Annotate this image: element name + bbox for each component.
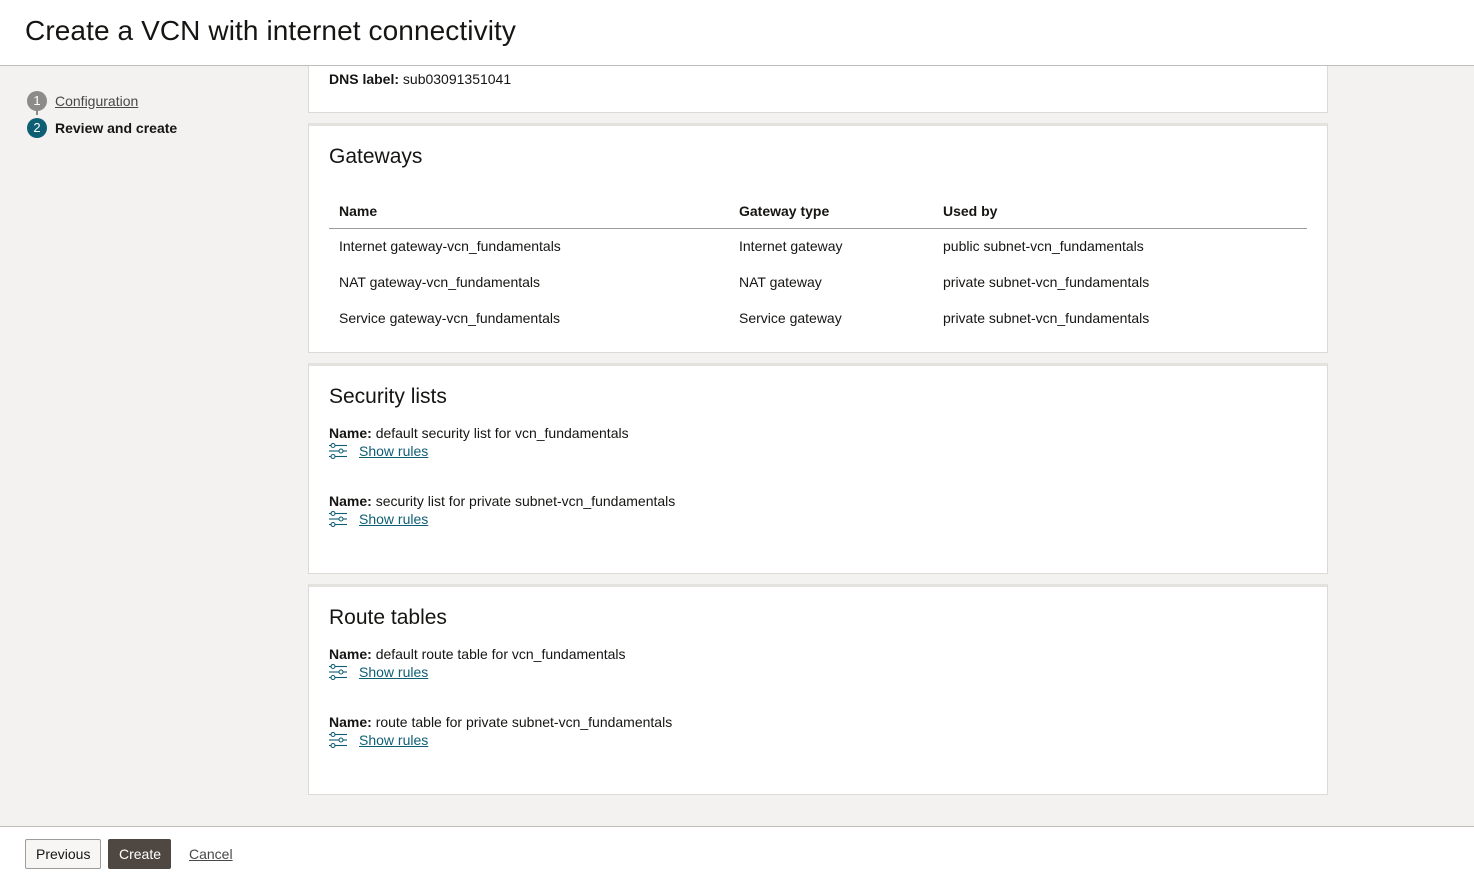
show-rules-text[interactable]: Show rules bbox=[359, 511, 428, 527]
security-list-name: security list for private subnet-vcn_fun… bbox=[375, 493, 676, 509]
step-configuration[interactable]: 1 Configuration bbox=[27, 87, 177, 115]
route-table-name-row: Name: default route table for vcn_fundam… bbox=[329, 646, 626, 662]
table-row: Internet gateway-vcn_fundamentals Intern… bbox=[329, 228, 1307, 264]
show-rules-text[interactable]: Show rules bbox=[359, 443, 428, 459]
security-lists-title: Security lists bbox=[329, 385, 447, 408]
dns-label-key: DNS label: bbox=[329, 71, 400, 87]
previous-button[interactable]: Previous bbox=[25, 839, 101, 869]
table-row: NAT gateway-vcn_fundamentals NAT gateway… bbox=[329, 264, 1307, 300]
route-table-item: Name: default route table for vcn_fundam… bbox=[329, 646, 626, 680]
column-header-name[interactable]: Name bbox=[329, 195, 729, 229]
show-rules-text[interactable]: Show rules bbox=[359, 664, 428, 680]
gateway-type: Service gateway bbox=[739, 310, 842, 326]
dns-label-row: DNS label: sub03091351041 bbox=[329, 71, 511, 87]
subnet-card: DNS label: sub03091351041 bbox=[308, 66, 1328, 113]
route-table-name-row: Name: route table for private subnet-vcn… bbox=[329, 714, 672, 730]
route-tables-title: Route tables bbox=[329, 606, 447, 629]
name-key: Name: bbox=[329, 425, 372, 441]
gateway-name: Service gateway-vcn_fundamentals bbox=[339, 310, 561, 326]
gateways-title: Gateways bbox=[329, 145, 423, 168]
gateway-used-by: private subnet-vcn_fundamentals bbox=[943, 274, 1150, 290]
route-table-item: Name: route table for private subnet-vcn… bbox=[329, 714, 672, 748]
gateway-name: Internet gateway-vcn_fundamentals bbox=[339, 238, 561, 255]
step-label-review-and-create: Review and create bbox=[55, 119, 178, 136]
name-key: Name: bbox=[329, 646, 372, 662]
name-key: Name: bbox=[329, 714, 372, 730]
table-row: Service gateway-vcn_fundamentals Service… bbox=[329, 300, 1307, 336]
sliders-icon bbox=[329, 732, 347, 748]
gateway-type: NAT gateway bbox=[739, 274, 822, 290]
wizard-steps: 1 Configuration 2 Review and create bbox=[27, 87, 177, 141]
step-number-1: 1 bbox=[27, 90, 47, 111]
step-number-2: 2 bbox=[27, 117, 47, 138]
dns-label-value: sub03091351041 bbox=[402, 71, 512, 87]
table-header-row: Name Gateway type Used by bbox=[329, 195, 1307, 229]
gateway-name: NAT gateway-vcn_fundamentals bbox=[339, 274, 541, 290]
gateway-used-by: private subnet-vcn_fundamentals bbox=[943, 310, 1150, 326]
cancel-link[interactable]: Cancel bbox=[189, 846, 233, 862]
show-rules-link[interactable]: Show rules bbox=[329, 732, 672, 748]
security-list-name: default security list for vcn_fundamenta… bbox=[375, 425, 629, 441]
sliders-icon bbox=[329, 664, 347, 680]
step-review-and-create: 2 Review and create bbox=[27, 114, 177, 141]
show-rules-link[interactable]: Show rules bbox=[329, 511, 675, 527]
name-key: Name: bbox=[329, 493, 372, 509]
gateways-card: Gateways Name Gateway type Used by Inter… bbox=[308, 123, 1328, 353]
create-button[interactable]: Create bbox=[108, 839, 171, 869]
gateway-used-by: public subnet-vcn_fundamentals bbox=[943, 238, 1144, 255]
column-header-gateway-type[interactable]: Gateway type bbox=[729, 195, 933, 229]
security-list-name-row: Name: default security list for vcn_fund… bbox=[329, 425, 629, 441]
gateways-table: Name Gateway type Used by Internet gatew… bbox=[329, 195, 1307, 336]
security-lists-card: Security lists Name: default security li… bbox=[308, 363, 1328, 574]
security-list-name-row: Name: security list for private subnet-v… bbox=[329, 493, 675, 509]
route-table-name: route table for private subnet-vcn_funda… bbox=[375, 714, 673, 730]
route-tables-card: Route tables Name: default route table f… bbox=[308, 584, 1328, 795]
security-list-item: Name: security list for private subnet-v… bbox=[329, 493, 675, 527]
route-table-name: default route table for vcn_fundamentals bbox=[375, 646, 626, 662]
gateway-type: Internet gateway bbox=[739, 238, 843, 255]
show-rules-text[interactable]: Show rules bbox=[359, 732, 428, 748]
show-rules-link[interactable]: Show rules bbox=[329, 664, 626, 680]
show-rules-link[interactable]: Show rules bbox=[329, 443, 629, 459]
column-header-used-by[interactable]: Used by bbox=[933, 195, 1307, 229]
step-label-configuration[interactable]: Configuration bbox=[55, 93, 138, 109]
security-list-item: Name: default security list for vcn_fund… bbox=[329, 425, 629, 459]
page-title: Create a VCN with internet connectivity bbox=[25, 15, 517, 46]
sliders-icon bbox=[329, 443, 347, 459]
sliders-icon bbox=[329, 511, 347, 527]
page-header: Create a VCN with internet connectivity bbox=[0, 0, 1474, 66]
wizard-footer: Previous Create Cancel bbox=[0, 826, 1474, 878]
